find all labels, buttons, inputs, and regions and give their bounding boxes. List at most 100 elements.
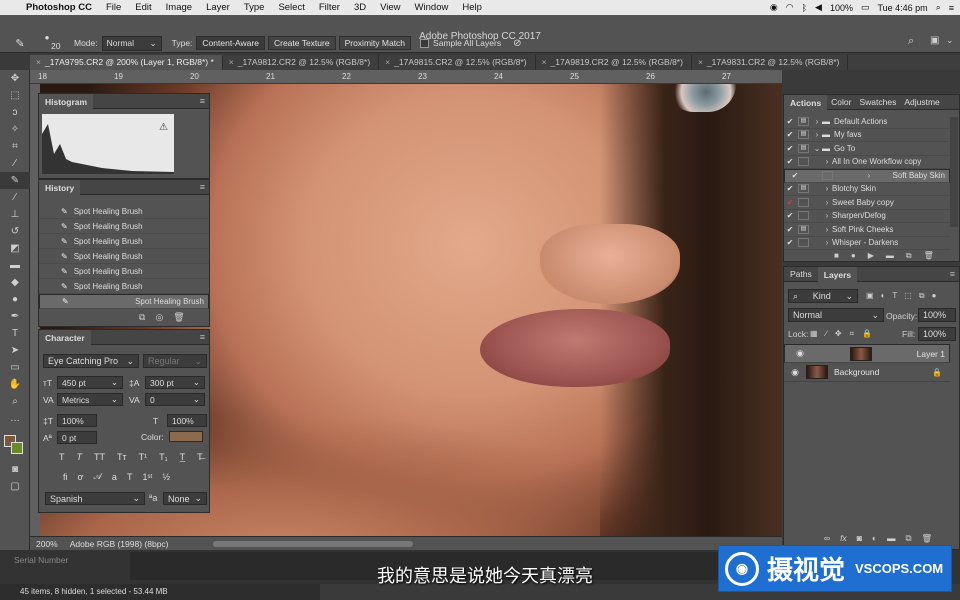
trash-icon[interactable]: 🗑 [924, 251, 934, 261]
history-brush-tool-icon[interactable]: ↺ [0, 223, 30, 240]
action-set[interactable]: ✔ ▤ › ▬ My favs [784, 129, 950, 142]
eraser-tool-icon[interactable]: ◩ [0, 240, 30, 257]
small-caps-icon[interactable]: Tт [117, 452, 127, 462]
battery-percent[interactable]: 100% [830, 3, 853, 13]
chevron-down-icon[interactable]: ⌄ [812, 144, 822, 153]
content-aware-button[interactable]: Content-Aware [196, 36, 265, 50]
volume-icon[interactable]: ◀ [815, 2, 822, 13]
record-icon[interactable]: ● [851, 251, 856, 261]
dialog-toggle-icon[interactable]: ▤ [798, 224, 809, 234]
dialog-toggle-icon[interactable] [821, 171, 833, 181]
subscript-icon[interactable]: T₁ [159, 452, 168, 462]
chevron-down-icon[interactable]: ⌄ [946, 35, 954, 46]
spot-healing-tool-icon[interactable]: ✎ [0, 172, 30, 189]
layer-name[interactable]: Layer 1 [917, 349, 945, 359]
link-icon[interactable]: ∞ [824, 533, 830, 544]
search-icon[interactable]: ⌕ [908, 35, 914, 48]
new-layer-icon[interactable]: ⧉ [905, 533, 911, 544]
bluetooth-icon[interactable]: ᛒ [802, 3, 807, 13]
brush-tool-icon[interactable]: ∕ [0, 189, 30, 206]
close-icon[interactable]: × [542, 57, 547, 67]
menu-list-icon[interactable]: ≡ [949, 3, 954, 13]
baseline-shift-input[interactable]: 0 pt [57, 431, 97, 444]
lock-position-icon[interactable]: ✥ [835, 329, 842, 339]
tracking-input[interactable]: 0 ⌄ [145, 393, 205, 406]
faux-bold-icon[interactable]: T [59, 452, 65, 462]
screen-mode-icon[interactable]: ▢ [0, 478, 30, 495]
brush-size[interactable]: 20 [51, 41, 60, 51]
chevron-right-icon[interactable]: › [822, 198, 832, 207]
tab-paths[interactable]: Paths [784, 269, 818, 279]
action-item[interactable]: ✔ › Whisper - Darkens [784, 237, 950, 250]
underline-icon[interactable]: T̲ [180, 452, 186, 462]
zoom-tool-icon[interactable]: ⌕ [0, 393, 30, 410]
ordinals-icon[interactable]: 1ˢᵗ [142, 472, 152, 482]
horizontal-scale-input[interactable]: 100% [167, 414, 207, 427]
new-document-icon[interactable]: ⧉ [139, 312, 145, 323]
menu-select[interactable]: Select [278, 2, 304, 13]
create-texture-button[interactable]: Create Texture [267, 36, 336, 50]
spot-healing-tool-icon[interactable]: ✎ [0, 37, 40, 50]
history-item[interactable]: ✎ Spot Healing Brush [39, 204, 209, 219]
panel-menu-icon[interactable]: ≡ [200, 182, 205, 192]
dialog-toggle-icon[interactable]: ▤ [798, 130, 809, 140]
close-icon[interactable]: × [229, 57, 234, 67]
action-item[interactable]: ✔ ▤ › Soft Pink Cheeks [784, 223, 950, 237]
dialog-toggle-icon[interactable]: ▤ [798, 116, 809, 126]
history-item[interactable]: ✎ Spot Healing Brush [39, 264, 209, 279]
background-color-swatch[interactable] [11, 442, 23, 454]
action-item-selected[interactable]: ✔ › Soft Baby Skin [784, 169, 950, 183]
eyedropper-tool-icon[interactable]: ⁄ [0, 155, 30, 172]
search-icon[interactable]: ⌕ [936, 2, 941, 13]
history-item[interactable]: ✎ Spot Healing Brush [39, 219, 209, 234]
document-profile[interactable]: Adobe RGB (1998) (8bpc) [70, 539, 169, 549]
new-set-icon[interactable]: ▬ [886, 251, 894, 261]
history-item[interactable]: ✎ Spot Healing Brush [39, 234, 209, 249]
horizontal-scrollbar[interactable] [212, 540, 413, 547]
font-family-select[interactable]: Eye Catching Pro ⌄ [43, 354, 139, 368]
close-icon[interactable]: × [385, 57, 390, 67]
chevron-right-icon[interactable]: › [812, 117, 822, 126]
menu-view[interactable]: View [380, 2, 400, 13]
tab-actions[interactable]: Actions [784, 94, 828, 110]
workspace-icon[interactable]: ▣ [930, 35, 939, 46]
chevron-right-icon[interactable]: › [822, 238, 832, 247]
tab-adjustments[interactable]: Adjustme [900, 97, 943, 107]
stylistic-alternates-icon[interactable]: a [112, 472, 117, 482]
action-item[interactable]: ✔ › Sharpen/Defog [784, 210, 950, 223]
history-item[interactable]: ✎ Spot Healing Brush [39, 279, 209, 294]
tab-doc-3[interactable]: × _17A9815.CR2 @ 12.5% (RGB/8*) [379, 55, 536, 70]
tab-doc-2[interactable]: × _17A9812.CR2 @ 12.5% (RGB/8*) [223, 55, 380, 70]
check-icon[interactable]: ✔ [784, 198, 796, 207]
lock-transparent-icon[interactable]: ▦ [810, 329, 818, 339]
panel-menu-icon[interactable]: ≡ [200, 332, 205, 342]
dialog-toggle-icon[interactable]: ▤ [798, 143, 809, 153]
action-item[interactable]: ✔ › All In One Workflow copy [784, 156, 950, 169]
blur-tool-icon[interactable]: ◆ [0, 274, 30, 291]
lock-all-icon[interactable]: 🔒 [862, 329, 872, 339]
chevron-right-icon[interactable]: › [822, 157, 832, 166]
kerning-input[interactable]: Metrics ⌄ [57, 393, 123, 406]
trash-icon[interactable]: 🗑 [922, 533, 933, 544]
filter-toggle-icon[interactable]: ● [932, 291, 937, 301]
histogram-title[interactable]: Histogram [39, 93, 94, 109]
pen-tool-icon[interactable]: ✒ [0, 308, 30, 325]
dialog-toggle-icon[interactable]: ▤ [798, 184, 809, 194]
path-select-tool-icon[interactable]: ➤ [0, 342, 30, 359]
stop-icon[interactable]: ■ [834, 251, 839, 261]
new-action-icon[interactable]: ⧉ [906, 251, 912, 261]
check-icon[interactable]: ✔ [789, 171, 801, 180]
tab-swatches[interactable]: Swatches [855, 97, 900, 107]
actions-scrollbar[interactable] [950, 117, 958, 227]
shape-tool-icon[interactable]: ▭ [0, 359, 30, 376]
wifi-icon[interactable]: ◠ [786, 2, 794, 13]
close-icon[interactable]: × [698, 57, 703, 67]
check-icon[interactable]: ✔ [784, 117, 796, 126]
proximity-match-button[interactable]: Proximity Match [338, 36, 412, 50]
action-item[interactable]: ✔ ▤ › Blotchy Skin [784, 183, 950, 196]
move-tool-icon[interactable]: ✥ [0, 70, 30, 87]
adjustment-icon[interactable]: ◐ [872, 533, 877, 544]
superscript-icon[interactable]: T¹ [139, 452, 148, 462]
tab-doc-5[interactable]: × _17A9831.CR2 @ 12.5% (RGB/8*) [692, 55, 849, 70]
tab-doc-4[interactable]: × _17A9819.CR2 @ 12.5% (RGB/8*) [536, 55, 692, 70]
